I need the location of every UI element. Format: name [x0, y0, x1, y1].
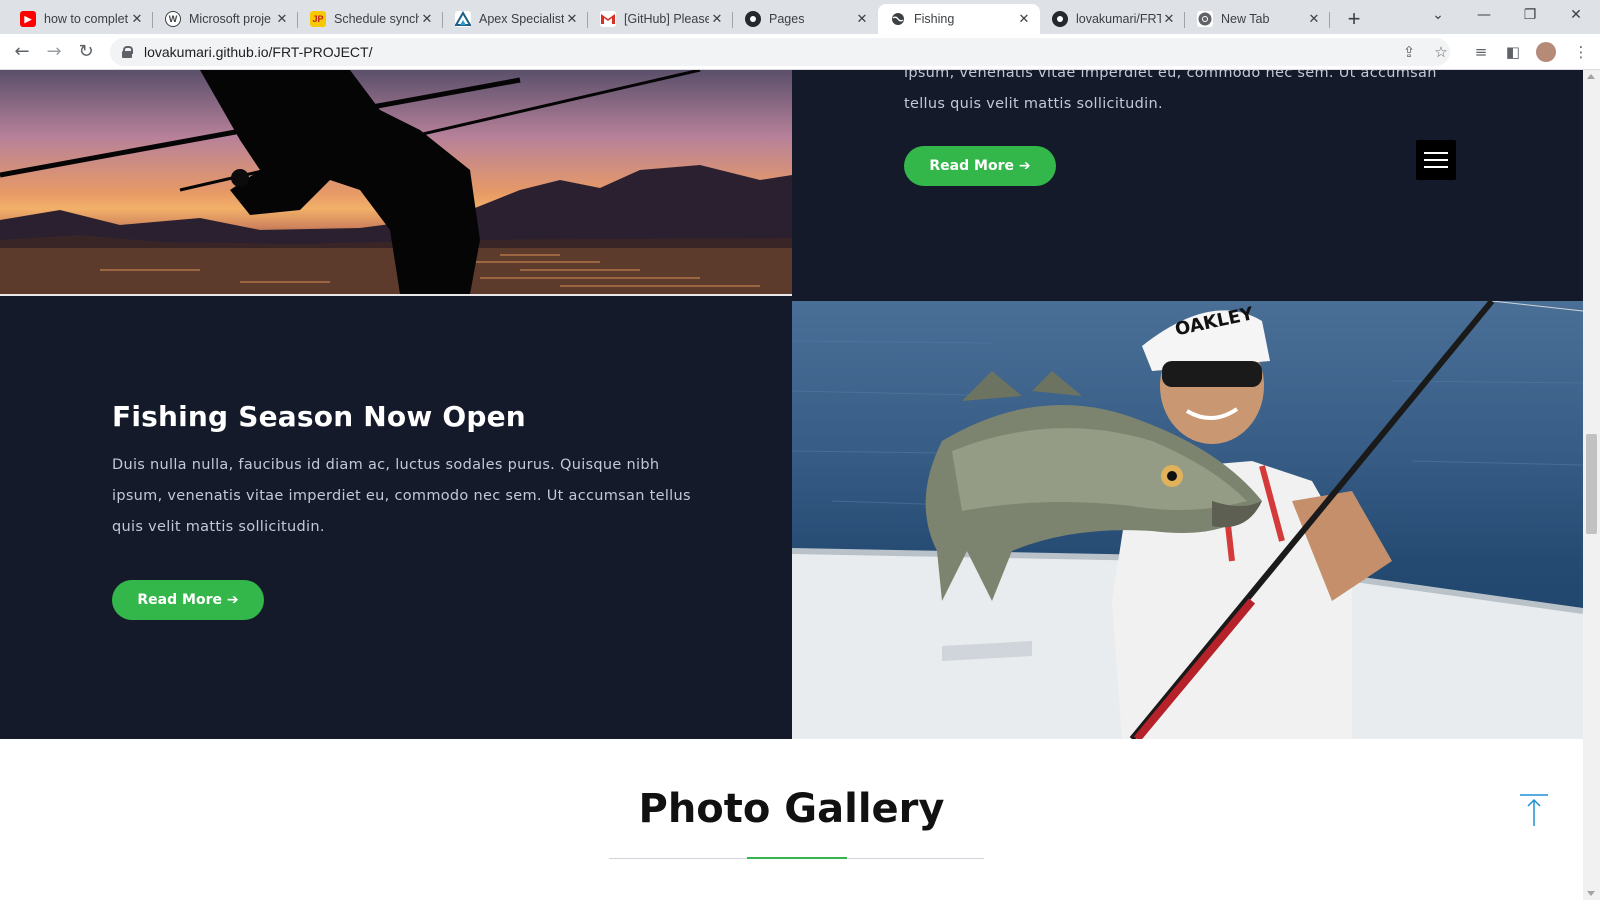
kebab-menu-icon[interactable]: ⋮	[1572, 43, 1590, 61]
browser-tab-active[interactable]: Fishing ✕	[878, 4, 1040, 34]
tab-label: Microsoft proje	[189, 12, 271, 26]
bass-catch-photo: OAKLEY	[792, 301, 1583, 739]
arrow-up-icon	[1520, 794, 1548, 826]
close-icon[interactable]: ✕	[274, 11, 290, 27]
tab-label: lovakumari/FRT	[1076, 12, 1161, 26]
page-scrollbar[interactable]	[1583, 70, 1600, 900]
close-icon[interactable]: ✕	[1016, 11, 1032, 27]
youtube-icon: ▶	[20, 11, 36, 27]
github-icon	[745, 11, 761, 27]
github-icon	[1052, 11, 1068, 27]
tab-label: Fishing	[914, 12, 955, 26]
new-tab-button[interactable]: +	[1340, 6, 1368, 34]
close-icon[interactable]: ✕	[709, 11, 725, 27]
browser-tab[interactable]: Pages ✕	[733, 4, 878, 34]
tab-search-icon[interactable]: ⌄	[1416, 0, 1460, 30]
close-icon[interactable]: ✕	[564, 11, 580, 27]
browser-tab[interactable]: ▶ how to complet ✕	[8, 4, 153, 34]
chrome-icon	[1197, 11, 1213, 27]
sunset-fishing-photo	[0, 70, 792, 294]
address-bar[interactable]: lovakumari.github.io/FRT-PROJECT/	[110, 38, 1450, 66]
browser-tab[interactable]: New Tab ✕	[1185, 4, 1330, 34]
close-icon[interactable]: ✕	[854, 11, 870, 27]
browser-tab[interactable]: Apex Specialist ✕	[443, 4, 588, 34]
tab-label: how to complet	[44, 12, 129, 26]
jp-icon: JP	[310, 11, 326, 27]
minimize-button[interactable]: —	[1462, 0, 1506, 30]
browser-tab[interactable]: [GitHub] Please ✕	[588, 4, 733, 34]
side-panel-icon[interactable]: ◧	[1504, 43, 1522, 61]
top-text-panel: ipsum, venenatis vitae imperdiet eu, com…	[792, 70, 1583, 301]
browser-toolbar: ← → ↻ lovakumari.github.io/FRT-PROJECT/ …	[0, 34, 1600, 70]
close-icon[interactable]: ✕	[129, 11, 145, 27]
top-section-body: ipsum, venenatis vitae imperdiet eu, com…	[904, 70, 1437, 112]
scroll-down-arrow-icon[interactable]	[1587, 891, 1595, 896]
avatar[interactable]	[1536, 42, 1556, 62]
reload-icon[interactable]: ↻	[74, 40, 98, 64]
back-to-top-button[interactable]	[1516, 792, 1552, 828]
globe-icon	[890, 11, 906, 27]
close-icon[interactable]: ✕	[419, 11, 435, 27]
gallery-title-accent	[747, 857, 847, 859]
tab-label: Apex Specialist	[479, 12, 564, 26]
gallery-title: Photo Gallery	[638, 786, 945, 832]
top-read-more-button[interactable]: Read More ➔	[904, 146, 1056, 186]
season-text-panel: Fishing Season Now Open Duis nulla nulla…	[0, 296, 792, 739]
page-viewport: ipsum, venenatis vitae imperdiet eu, com…	[0, 70, 1600, 900]
season-body: Duis nulla nulla, faucibus id diam ac, l…	[112, 457, 691, 535]
url-text[interactable]: lovakumari.github.io/FRT-PROJECT/	[144, 44, 372, 60]
close-icon[interactable]: ✕	[1161, 11, 1177, 27]
trailhead-icon	[455, 11, 471, 27]
media-control-icon[interactable]: ≡	[1472, 43, 1490, 61]
browser-tabstrip: ▶ how to complet ✕ W Microsoft proje ✕ J…	[0, 0, 1600, 34]
browser-tab[interactable]: W Microsoft proje ✕	[153, 4, 298, 34]
restore-button[interactable]: ❐	[1508, 0, 1552, 30]
tab-label: Schedule synch	[334, 12, 419, 26]
back-arrow-icon[interactable]: ←	[10, 40, 34, 64]
tab-label: New Tab	[1221, 12, 1270, 26]
browser-tab[interactable]: lovakumari/FRT ✕	[1040, 4, 1185, 34]
tab-label: Pages	[769, 12, 805, 26]
season-read-more-button[interactable]: Read More ➔	[112, 580, 264, 620]
lock-icon[interactable]	[122, 46, 133, 58]
share-icon[interactable]: ⇪	[1400, 43, 1418, 61]
bookmark-star-icon[interactable]: ☆	[1432, 43, 1450, 61]
season-title: Fishing Season Now Open	[112, 400, 526, 433]
close-icon[interactable]: ✕	[1306, 11, 1322, 27]
tab-separator	[1329, 12, 1330, 28]
scroll-up-arrow-icon[interactable]	[1587, 74, 1595, 79]
browser-tab[interactable]: JP Schedule synch ✕	[298, 4, 443, 34]
tab-label: [GitHub] Please	[624, 12, 709, 26]
hamburger-menu-button[interactable]	[1416, 140, 1456, 180]
forward-arrow-icon[interactable]: →	[42, 40, 66, 64]
gmail-icon	[600, 11, 616, 27]
close-window-button[interactable]: ✕	[1554, 0, 1598, 30]
wordpress-icon: W	[165, 11, 181, 27]
scrollbar-thumb[interactable]	[1586, 434, 1597, 534]
